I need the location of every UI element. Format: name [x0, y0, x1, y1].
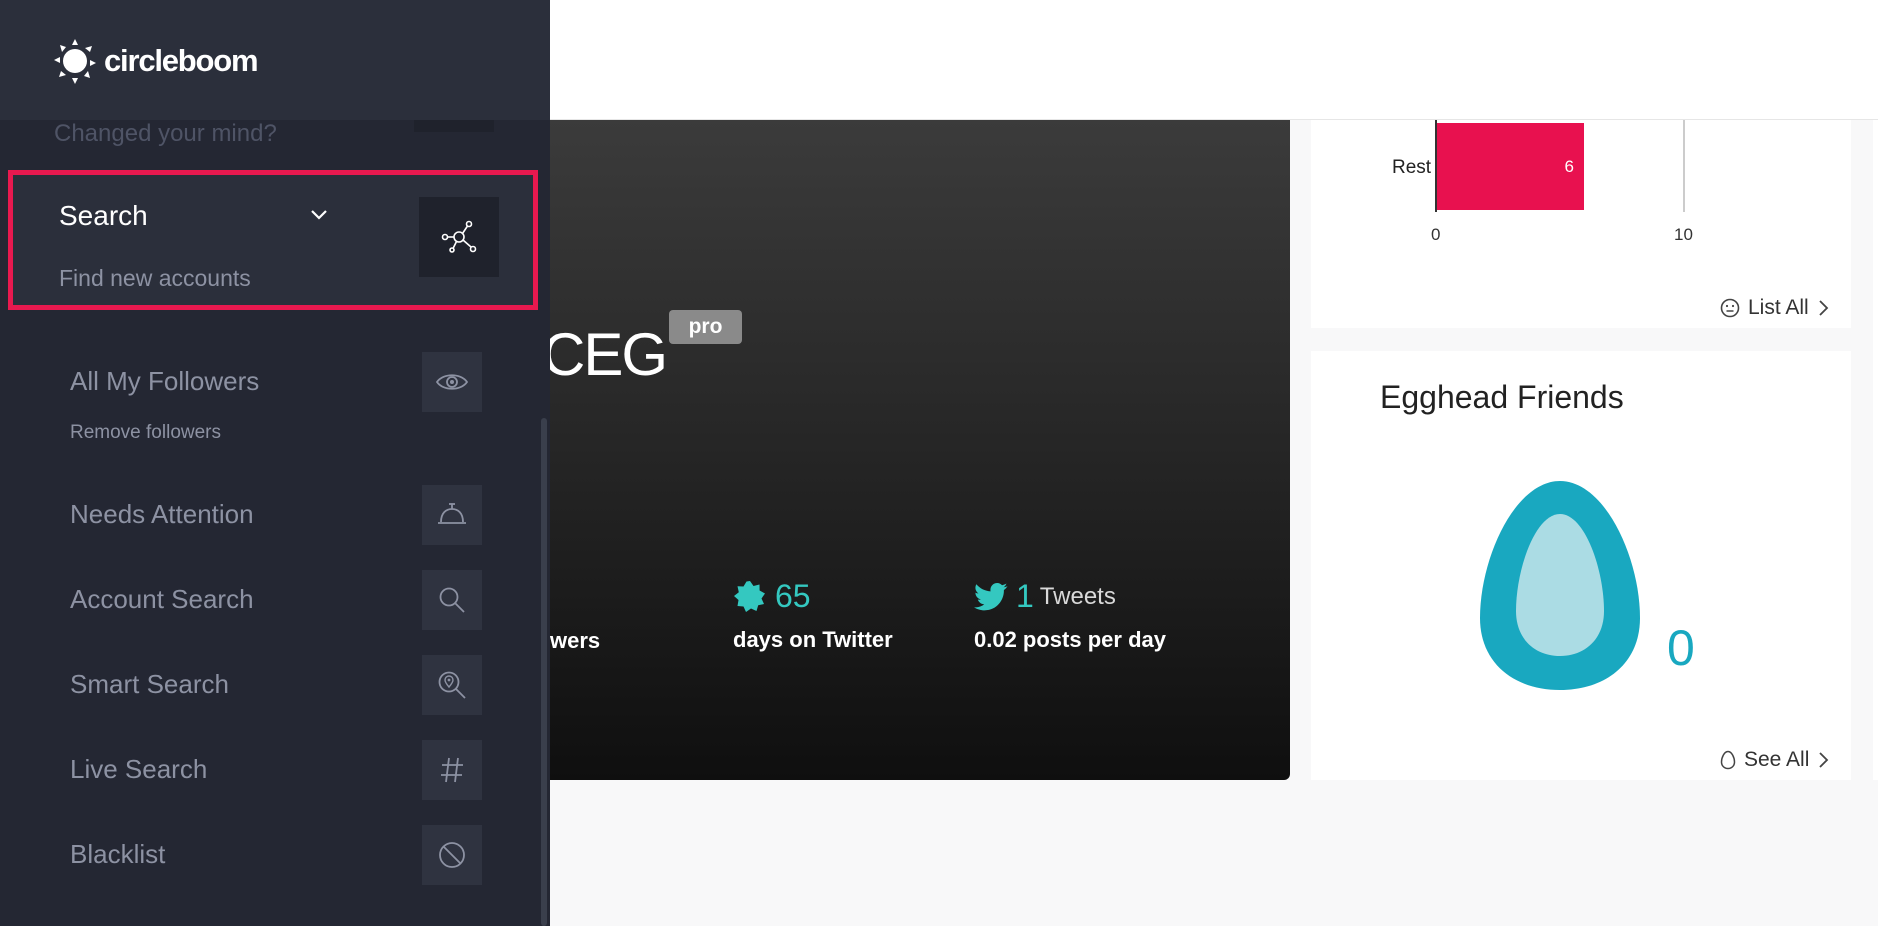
see-all-label: See All [1744, 748, 1810, 771]
search-section[interactable]: Search Find new accounts [8, 170, 538, 310]
network-icon [441, 220, 477, 253]
days-caption: days on Twitter [733, 627, 893, 652]
followers-caption: wers [550, 628, 601, 653]
block-icon [439, 842, 465, 868]
sidebar-item-smart-search[interactable]: Smart Search [70, 655, 500, 717]
list-all-label: List All [1748, 296, 1809, 319]
egghead-count: 0 [1667, 620, 1695, 676]
list-all-link[interactable]: List All [1720, 296, 1829, 320]
sidebar-item-needs-attention[interactable]: Needs Attention [70, 485, 500, 547]
twitter-icon [974, 582, 1008, 610]
sidebar-item-live-search[interactable]: Live Search [70, 740, 500, 802]
egghead-card: Egghead Friends 0 See All [1311, 351, 1851, 780]
days-value: 65 [775, 578, 811, 614]
sidebar-scrollbar[interactable] [541, 418, 547, 926]
pro-badge: pro [669, 310, 742, 344]
location-search-icon [438, 671, 466, 699]
profile-name: CEG [542, 321, 668, 388]
sidebar-item-label: Account Search [70, 584, 254, 614]
search-title: Search [59, 200, 148, 231]
sidebar-icon-button[interactable] [422, 655, 482, 715]
eye-icon [435, 374, 469, 390]
sidebar-icon-button[interactable] [422, 485, 482, 545]
top-bar [550, 0, 1878, 120]
bar-rest: 6 [1436, 123, 1584, 210]
smiley-icon [1720, 298, 1740, 318]
egg-outline-icon [1720, 750, 1736, 770]
circleboom-logo-icon [54, 39, 96, 84]
tweets-caption: 0.02 posts per day [974, 627, 1166, 652]
hashtag-icon [441, 757, 463, 783]
sidebar-icon-button[interactable] [422, 352, 482, 412]
brand-name: circleboom [104, 43, 259, 78]
tick-label: 10 [1674, 225, 1693, 244]
sidebar-header: circleboom [0, 0, 550, 120]
gridline [1683, 120, 1685, 212]
sidebar-item-label: Blacklist [70, 839, 166, 869]
chevron-right-icon [1819, 752, 1829, 768]
chevron-right-icon [1819, 300, 1828, 316]
y-axis-line [1435, 120, 1437, 212]
sidebar: Changed your mind? circleboom Search Fin… [0, 0, 550, 926]
tweets-value: 1 [1016, 578, 1034, 614]
badge-icon [734, 580, 765, 612]
stats-card: Rest 6 0 10 List All [1311, 120, 1851, 328]
search-section-button[interactable] [419, 197, 499, 277]
sidebar-item-label: Live Search [70, 754, 208, 784]
search-icon [439, 587, 465, 613]
previous-hint: Changed your mind? [54, 120, 277, 147]
search-subtitle: Find new accounts [59, 265, 251, 291]
sidebar-icon-button[interactable] [422, 825, 482, 885]
tweets-stat: 1 Tweets 0.02 posts per day [974, 578, 1166, 653]
sidebar-item-label: All My Followers [70, 366, 260, 396]
sidebar-icon-button[interactable] [422, 740, 482, 800]
sidebar-item-account-search[interactable]: Account Search [70, 570, 500, 632]
tweets-label: Tweets [1039, 582, 1116, 610]
tick-label: 0 [1431, 225, 1441, 244]
sidebar-icon-button[interactable] [422, 570, 482, 630]
profile-card: CEG pro wers 65 days on Twitter 1 Tweets… [542, 120, 1290, 780]
bar-label: Rest [1392, 157, 1432, 178]
chevron-down-icon[interactable] [309, 208, 329, 222]
card-title: Egghead Friends [1380, 379, 1624, 415]
sidebar-item-label: Smart Search [70, 669, 229, 699]
brand-logo[interactable]: circleboom [52, 36, 259, 86]
sidebar-item-all-my-followers[interactable]: All My Followers Remove followers [70, 352, 500, 443]
sidebar-item-sublabel: Remove followers [70, 422, 221, 443]
bell-icon [438, 503, 466, 524]
bar-value-label: 6 [1564, 157, 1574, 176]
egg-icon [1480, 481, 1640, 690]
sidebar-item-label: Needs Attention [70, 499, 254, 529]
next-card-edge [1873, 120, 1878, 780]
sidebar-item-blacklist[interactable]: Blacklist [70, 825, 500, 887]
see-all-link[interactable]: See All [1720, 748, 1829, 772]
days-stat: 65 days on Twitter [733, 578, 893, 653]
